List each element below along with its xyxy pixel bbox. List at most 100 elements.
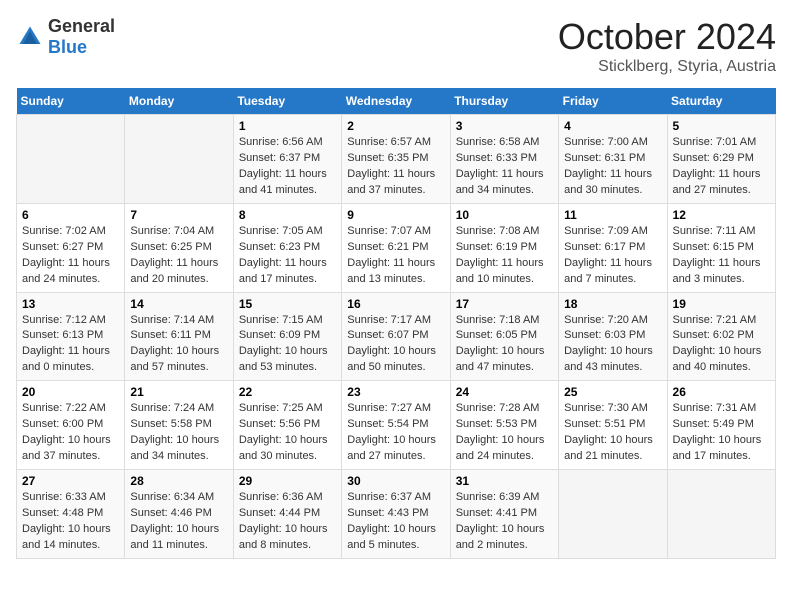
day-number: 17 xyxy=(456,297,553,311)
day-number: 8 xyxy=(239,208,336,222)
day-number: 13 xyxy=(22,297,119,311)
day-number: 11 xyxy=(564,208,661,222)
weekday-header-friday: Friday xyxy=(559,88,667,115)
calendar-cell: 17 Sunrise: 7:18 AMSunset: 6:05 PMDayligh… xyxy=(450,292,558,381)
cell-content: Sunrise: 7:14 AMSunset: 6:11 PMDaylight:… xyxy=(130,313,227,377)
calendar-cell: 7 Sunrise: 7:04 AMSunset: 6:25 PMDaylight… xyxy=(125,203,233,292)
day-number: 16 xyxy=(347,297,444,311)
cell-content: Sunrise: 6:34 AMSunset: 4:46 PMDaylight:… xyxy=(130,490,227,554)
logo: General Blue xyxy=(16,16,115,58)
cell-content: Sunrise: 6:36 AMSunset: 4:44 PMDaylight:… xyxy=(239,490,336,554)
calendar-week-3: 13 Sunrise: 7:12 AMSunset: 6:13 PMDayligh… xyxy=(17,292,776,381)
cell-content: Sunrise: 6:57 AMSunset: 6:35 PMDaylight:… xyxy=(347,135,444,199)
logo-icon xyxy=(16,23,44,51)
title-block: October 2024 Sticklberg, Styria, Austria xyxy=(558,16,776,76)
cell-content: Sunrise: 7:11 AMSunset: 6:15 PMDaylight:… xyxy=(673,224,770,288)
cell-content: Sunrise: 7:18 AMSunset: 6:05 PMDaylight:… xyxy=(456,313,553,377)
day-number: 4 xyxy=(564,119,661,133)
calendar-cell: 13 Sunrise: 7:12 AMSunset: 6:13 PMDayligh… xyxy=(17,292,125,381)
day-number: 2 xyxy=(347,119,444,133)
calendar-cell: 29 Sunrise: 6:36 AMSunset: 4:44 PMDayligh… xyxy=(233,470,341,559)
calendar-week-5: 27 Sunrise: 6:33 AMSunset: 4:48 PMDayligh… xyxy=(17,470,776,559)
cell-content: Sunrise: 7:09 AMSunset: 6:17 PMDaylight:… xyxy=(564,224,661,288)
calendar-cell xyxy=(559,470,667,559)
calendar-cell: 27 Sunrise: 6:33 AMSunset: 4:48 PMDayligh… xyxy=(17,470,125,559)
calendar-cell: 23Sunrise: 7:27 AMSunset: 5:54 PMDayligh… xyxy=(342,381,450,470)
calendar-cell: 5 Sunrise: 7:01 AMSunset: 6:29 PMDaylight… xyxy=(667,115,775,204)
cell-content: Sunrise: 7:28 AMSunset: 5:53 PMDaylight:… xyxy=(456,401,553,465)
day-number: 19 xyxy=(673,297,770,311)
day-number: 14 xyxy=(130,297,227,311)
cell-content: Sunrise: 7:15 AMSunset: 6:09 PMDaylight:… xyxy=(239,313,336,377)
cell-content: Sunrise: 6:33 AMSunset: 4:48 PMDaylight:… xyxy=(22,490,119,554)
day-number: 7 xyxy=(130,208,227,222)
logo-blue-text: Blue xyxy=(48,37,87,57)
day-number: 27 xyxy=(22,474,119,488)
weekday-header-saturday: Saturday xyxy=(667,88,775,115)
calendar-cell: 24 Sunrise: 7:28 AMSunset: 5:53 PMDayligh… xyxy=(450,381,558,470)
day-number: 24 xyxy=(456,385,553,399)
calendar-cell: 10Sunrise: 7:08 AMSunset: 6:19 PMDayligh… xyxy=(450,203,558,292)
page-header: General Blue October 2024 Sticklberg, St… xyxy=(16,16,776,76)
cell-content: Sunrise: 6:37 AMSunset: 4:43 PMDaylight:… xyxy=(347,490,444,554)
logo-general-text: General xyxy=(48,16,115,36)
calendar-cell: 19 Sunrise: 7:21 AMSunset: 6:02 PMDayligh… xyxy=(667,292,775,381)
cell-content: Sunrise: 7:21 AMSunset: 6:02 PMDaylight:… xyxy=(673,313,770,377)
calendar-cell: 3 Sunrise: 6:58 AMSunset: 6:33 PMDaylight… xyxy=(450,115,558,204)
calendar-cell: 8 Sunrise: 7:05 AMSunset: 6:23 PMDaylight… xyxy=(233,203,341,292)
calendar-cell: 14 Sunrise: 7:14 AMSunset: 6:11 PMDayligh… xyxy=(125,292,233,381)
cell-content: Sunrise: 6:56 AMSunset: 6:37 PMDaylight:… xyxy=(239,135,336,199)
cell-content: Sunrise: 7:20 AMSunset: 6:03 PMDaylight:… xyxy=(564,313,661,377)
calendar-cell: 30 Sunrise: 6:37 AMSunset: 4:43 PMDayligh… xyxy=(342,470,450,559)
calendar-week-1: 1 Sunrise: 6:56 AMSunset: 6:37 PMDaylight… xyxy=(17,115,776,204)
calendar-week-2: 6Sunrise: 7:02 AMSunset: 6:27 PMDaylight… xyxy=(17,203,776,292)
calendar-cell: 16 Sunrise: 7:17 AMSunset: 6:07 PMDayligh… xyxy=(342,292,450,381)
calendar-cell: 9 Sunrise: 7:07 AMSunset: 6:21 PMDaylight… xyxy=(342,203,450,292)
cell-content: Sunrise: 7:01 AMSunset: 6:29 PMDaylight:… xyxy=(673,135,770,199)
calendar-week-4: 20 Sunrise: 7:22 AMSunset: 6:00 PMDayligh… xyxy=(17,381,776,470)
month-title: October 2024 xyxy=(558,16,776,58)
calendar-cell: 31Sunrise: 6:39 AMSunset: 4:41 PMDayligh… xyxy=(450,470,558,559)
calendar-cell xyxy=(667,470,775,559)
cell-content: Sunrise: 7:05 AMSunset: 6:23 PMDaylight:… xyxy=(239,224,336,288)
cell-content: Sunrise: 7:04 AMSunset: 6:25 PMDaylight:… xyxy=(130,224,227,288)
day-number: 1 xyxy=(239,119,336,133)
weekday-header-sunday: Sunday xyxy=(17,88,125,115)
calendar-cell xyxy=(125,115,233,204)
cell-content: Sunrise: 7:25 AMSunset: 5:56 PMDaylight:… xyxy=(239,401,336,465)
calendar-cell: 21Sunrise: 7:24 AMSunset: 5:58 PMDayligh… xyxy=(125,381,233,470)
calendar-cell xyxy=(17,115,125,204)
day-number: 15 xyxy=(239,297,336,311)
cell-content: Sunrise: 6:58 AMSunset: 6:33 PMDaylight:… xyxy=(456,135,553,199)
calendar-cell: 20 Sunrise: 7:22 AMSunset: 6:00 PMDayligh… xyxy=(17,381,125,470)
calendar-cell: 4Sunrise: 7:00 AMSunset: 6:31 PMDaylight… xyxy=(559,115,667,204)
calendar-header: SundayMondayTuesdayWednesdayThursdayFrid… xyxy=(17,88,776,115)
weekday-header-monday: Monday xyxy=(125,88,233,115)
calendar-cell: 15 Sunrise: 7:15 AMSunset: 6:09 PMDayligh… xyxy=(233,292,341,381)
cell-content: Sunrise: 7:17 AMSunset: 6:07 PMDaylight:… xyxy=(347,313,444,377)
calendar-cell: 12 Sunrise: 7:11 AMSunset: 6:15 PMDayligh… xyxy=(667,203,775,292)
calendar-table: SundayMondayTuesdayWednesdayThursdayFrid… xyxy=(16,88,776,559)
calendar-cell: 25Sunrise: 7:30 AMSunset: 5:51 PMDayligh… xyxy=(559,381,667,470)
cell-content: Sunrise: 7:31 AMSunset: 5:49 PMDaylight:… xyxy=(673,401,770,465)
cell-content: Sunrise: 7:07 AMSunset: 6:21 PMDaylight:… xyxy=(347,224,444,288)
cell-content: Sunrise: 7:24 AMSunset: 5:58 PMDaylight:… xyxy=(130,401,227,465)
day-number: 28 xyxy=(130,474,227,488)
day-number: 20 xyxy=(22,385,119,399)
day-number: 10 xyxy=(456,208,553,222)
cell-content: Sunrise: 7:12 AMSunset: 6:13 PMDaylight:… xyxy=(22,313,119,377)
day-number: 5 xyxy=(673,119,770,133)
cell-content: Sunrise: 7:02 AMSunset: 6:27 PMDaylight:… xyxy=(22,224,119,288)
day-number: 12 xyxy=(673,208,770,222)
day-number: 29 xyxy=(239,474,336,488)
day-number: 3 xyxy=(456,119,553,133)
day-number: 30 xyxy=(347,474,444,488)
calendar-body: 1 Sunrise: 6:56 AMSunset: 6:37 PMDaylight… xyxy=(17,115,776,559)
day-number: 23 xyxy=(347,385,444,399)
calendar-cell: 11 Sunrise: 7:09 AMSunset: 6:17 PMDayligh… xyxy=(559,203,667,292)
weekday-header-thursday: Thursday xyxy=(450,88,558,115)
cell-content: Sunrise: 7:22 AMSunset: 6:00 PMDaylight:… xyxy=(22,401,119,465)
day-number: 31 xyxy=(456,474,553,488)
day-number: 9 xyxy=(347,208,444,222)
location-subtitle: Sticklberg, Styria, Austria xyxy=(558,58,776,76)
